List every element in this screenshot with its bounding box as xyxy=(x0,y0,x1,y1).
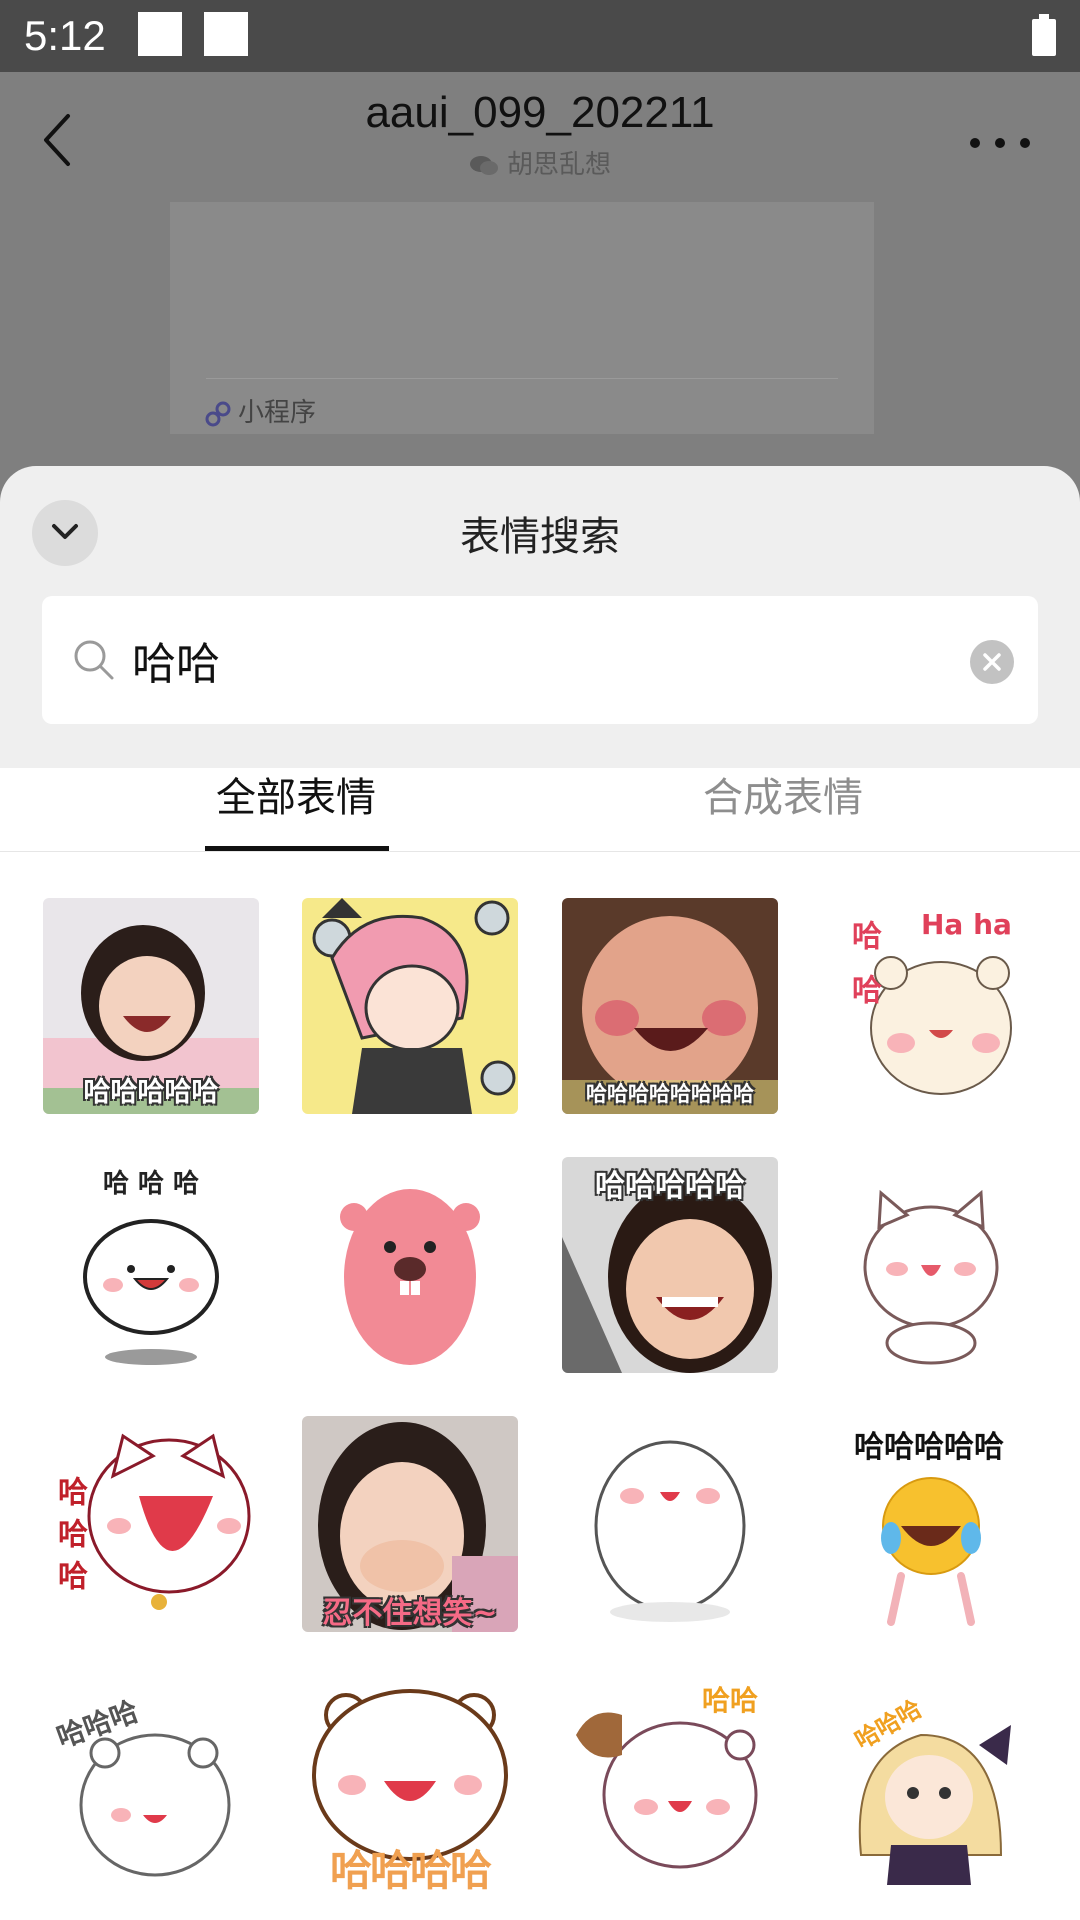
sticker-caption: 忍不住想笑~ xyxy=(322,1596,498,1631)
sticker-caption: 哈哈哈 xyxy=(52,1476,87,1602)
search-input[interactable] xyxy=(132,634,912,685)
sticker-item[interactable]: 忍不住想笑~ xyxy=(302,1416,518,1632)
notification-icon xyxy=(138,12,182,56)
sticker-item[interactable]: 哈哈哈哈哈 xyxy=(821,1416,1037,1632)
mini-program-icon xyxy=(205,401,231,426)
tab-bar: 全部表情 合成表情 xyxy=(0,768,1080,852)
mini-program-label: 小程序 xyxy=(238,398,317,428)
sticker-side-text: 哈哈 xyxy=(846,920,881,1028)
sticker-item[interactable] xyxy=(302,898,518,1114)
sticker-item[interactable] xyxy=(821,1157,1037,1373)
white-cat-image xyxy=(821,1157,1037,1373)
anime-girl-image xyxy=(302,898,518,1114)
status-time: 5:12 xyxy=(24,12,106,59)
active-tab-indicator xyxy=(205,846,389,851)
sticker-caption: 哈哈哈哈 xyxy=(329,1846,492,1891)
chat-subtitle: 胡思乱想 xyxy=(0,144,1080,181)
sticker-item[interactable]: 哈哈 xyxy=(562,1675,778,1891)
sticker-item[interactable]: 哈 哈 哈 xyxy=(43,1157,259,1373)
chubby-white-cat-image xyxy=(562,1416,778,1632)
giggling-bear-image xyxy=(43,1675,259,1891)
sticker-item[interactable] xyxy=(562,1416,778,1632)
sheet-title: 表情搜索 xyxy=(460,514,620,560)
search-icon xyxy=(74,640,114,680)
battery-icon xyxy=(1032,14,1056,56)
mini-program-tag: 小程序 xyxy=(204,392,316,429)
anime-blonde-girl-image xyxy=(821,1675,1037,1891)
divider xyxy=(206,378,838,379)
sticker-item[interactable]: 哈哈哈 xyxy=(43,1675,259,1891)
sticker-search-sheet: 表情搜索 全部表情 合成表情 xyxy=(0,466,1080,1920)
tab-all-stickers[interactable]: 全部表情 xyxy=(216,768,376,852)
sticker-caption: 哈哈哈哈哈 xyxy=(854,1430,1004,1465)
chat-subtitle-text: 胡思乱想 xyxy=(506,150,611,180)
sticker-caption: 哈哈哈哈哈 xyxy=(83,1077,219,1108)
sticker-caption: 哈哈哈哈哈哈哈哈 xyxy=(586,1082,754,1106)
sticker-item[interactable] xyxy=(302,1157,518,1373)
notification-icon xyxy=(204,12,248,56)
sticker-caption: 哈 哈 哈 xyxy=(102,1169,200,1199)
sticker-item[interactable]: 哈哈哈 xyxy=(821,1675,1037,1891)
status-bar: 5:12 xyxy=(0,0,1080,72)
pink-beaver-image xyxy=(302,1157,518,1373)
sticker-item[interactable]: 哈哈哈哈哈 xyxy=(562,1157,778,1373)
sticker-caption: 哈哈哈哈哈 xyxy=(595,1169,745,1204)
tab-synthesized-stickers[interactable]: 合成表情 xyxy=(703,768,863,852)
chat-title: aaui_099_202211 xyxy=(365,88,715,137)
sticker-caption: 哈哈 xyxy=(702,1684,759,1717)
sticker-item[interactable]: Ha ha 哈哈 xyxy=(821,898,1037,1114)
sticker-item[interactable]: 哈哈哈哈 xyxy=(302,1675,518,1891)
search-bar[interactable] xyxy=(42,596,1038,724)
chat-background: aaui_099_202211 胡思乱想 小程序 xyxy=(0,72,1080,492)
more-button[interactable] xyxy=(970,132,1030,152)
sticker-item[interactable]: 哈哈哈 xyxy=(43,1416,259,1632)
chat-bubble-icon xyxy=(469,155,498,175)
sticker-grid: 哈哈哈哈哈 哈哈哈哈哈哈哈哈 Ha ha 哈哈 哈 哈 哈 哈哈哈哈哈 哈哈哈 … xyxy=(0,852,1080,1920)
sticker-item[interactable]: 哈哈哈哈哈哈哈哈 xyxy=(562,898,778,1114)
mini-program-card[interactable]: 小程序 xyxy=(170,202,874,434)
sticker-caption: Ha ha xyxy=(921,908,1012,941)
sticker-item[interactable]: 哈哈哈哈哈 xyxy=(43,898,259,1114)
close-icon xyxy=(983,653,1001,671)
clear-search-button[interactable] xyxy=(970,640,1014,684)
